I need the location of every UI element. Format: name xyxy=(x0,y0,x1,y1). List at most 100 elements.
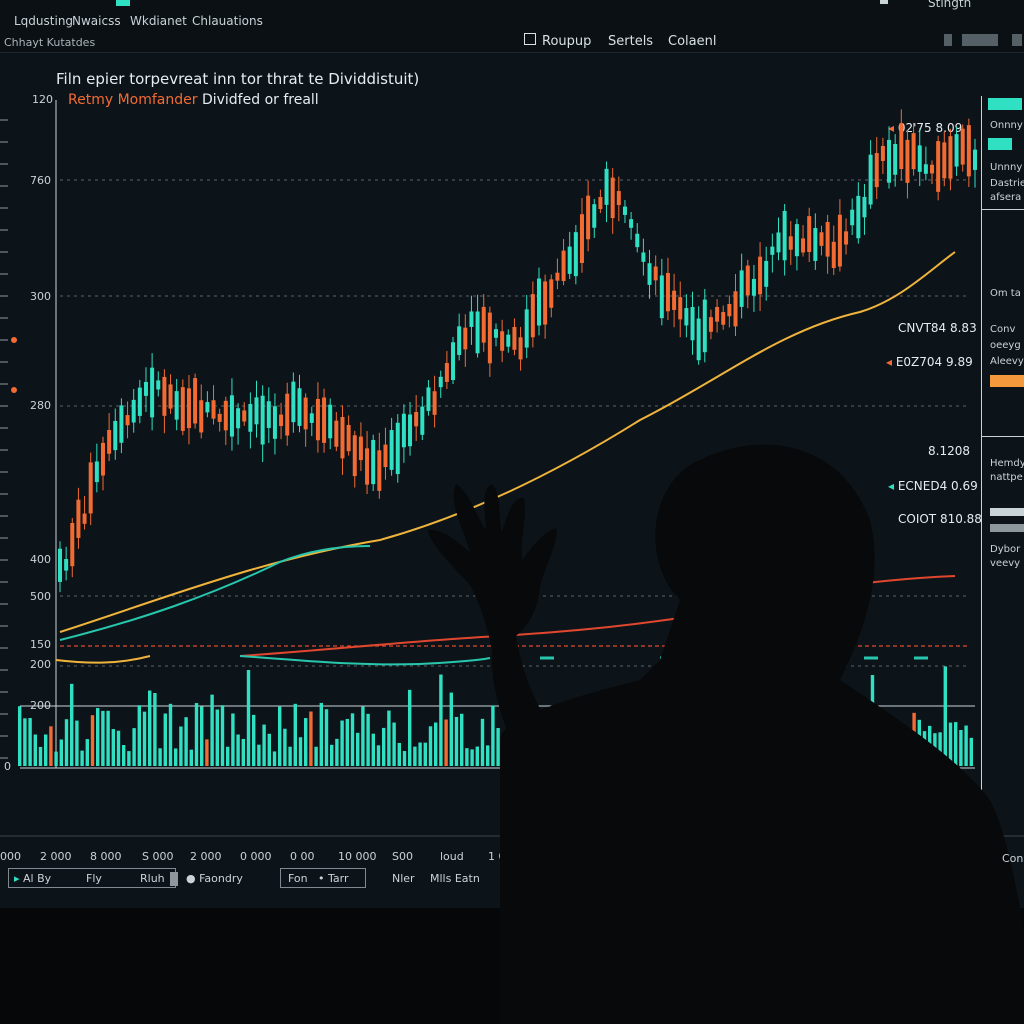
volume-bar xyxy=(423,742,427,766)
volume-bar xyxy=(345,718,349,766)
candle-body xyxy=(708,317,713,332)
volume-bar xyxy=(486,745,490,766)
volume-bar xyxy=(54,751,58,766)
volume-bar xyxy=(226,746,230,766)
candle-body xyxy=(500,331,505,351)
candle-body xyxy=(254,397,259,425)
candle-body xyxy=(868,154,873,205)
candle-body xyxy=(641,252,646,262)
volume-bar xyxy=(480,718,485,766)
volume-bar xyxy=(449,692,453,766)
candle-body xyxy=(702,299,707,353)
volume-bar xyxy=(215,709,219,766)
candle-body xyxy=(776,232,781,253)
volume-bar xyxy=(454,716,459,766)
volume-bar xyxy=(382,727,386,766)
candle-body xyxy=(733,291,738,327)
candle-body xyxy=(340,417,345,459)
volume-bar xyxy=(28,718,32,766)
candle-body xyxy=(174,391,179,420)
candle-body xyxy=(745,265,750,296)
candle-body xyxy=(328,404,333,439)
candle-body xyxy=(297,388,302,426)
candle-body xyxy=(242,410,247,422)
volume-bar xyxy=(220,705,225,766)
candle-body xyxy=(494,329,499,338)
candle-body xyxy=(266,401,271,428)
candle-body xyxy=(543,281,548,325)
volume-bar xyxy=(350,713,355,766)
volume-bar xyxy=(402,751,407,766)
candle-body xyxy=(672,290,677,310)
volume-bar xyxy=(330,744,334,766)
candle-body xyxy=(801,238,806,253)
volume-bar xyxy=(116,730,121,766)
candle-body xyxy=(199,400,204,433)
candle-body xyxy=(610,177,615,219)
candle-body xyxy=(592,204,597,228)
volume-bar xyxy=(262,724,266,766)
volume-bar xyxy=(413,746,417,766)
volume-bar xyxy=(304,718,308,766)
candle-body xyxy=(432,391,437,415)
volume-bar xyxy=(168,703,173,766)
volume-bar xyxy=(200,706,204,766)
volume-bar xyxy=(70,683,74,766)
candle-body xyxy=(426,387,431,411)
volume-bar xyxy=(356,732,360,766)
volume-bar xyxy=(324,709,329,766)
candle-body xyxy=(739,270,744,307)
candle-body xyxy=(573,232,578,277)
candle-body xyxy=(365,448,370,485)
candle-body xyxy=(948,136,953,179)
candle-body xyxy=(647,263,652,285)
volume-bar xyxy=(428,726,433,766)
volume-bar xyxy=(231,713,235,766)
candle-body xyxy=(506,334,511,347)
candle-body xyxy=(917,145,922,172)
volume-bar xyxy=(964,725,968,766)
candle-body xyxy=(438,376,443,388)
candle-body xyxy=(518,337,523,360)
candle-body xyxy=(168,384,173,409)
candle-body xyxy=(88,462,93,514)
candle-body xyxy=(408,414,413,447)
volume-bar xyxy=(148,690,152,766)
volume-bar xyxy=(460,713,464,766)
volume-bar xyxy=(80,750,84,766)
volume-bar xyxy=(496,728,500,766)
candle-body xyxy=(831,241,836,268)
volume-bar xyxy=(246,670,251,766)
volume-bar xyxy=(189,749,193,766)
candle-body xyxy=(248,403,253,432)
volume-bar xyxy=(361,706,365,766)
candle-body xyxy=(346,424,351,452)
candle-body xyxy=(942,142,947,179)
volume-bar xyxy=(954,722,958,766)
candle-body xyxy=(727,304,732,317)
candle-body xyxy=(715,306,720,322)
candle-body xyxy=(457,326,462,355)
volume-bar xyxy=(96,708,100,766)
candle-body xyxy=(444,363,449,382)
candle-body xyxy=(334,420,339,447)
candle-body xyxy=(272,406,277,439)
volume-bar xyxy=(465,748,469,766)
volume-bar xyxy=(366,713,370,766)
candle-body xyxy=(156,380,161,390)
candle-body xyxy=(401,413,406,448)
candle-body xyxy=(389,430,394,470)
volume-bar xyxy=(236,734,240,766)
volume-bar xyxy=(210,694,214,766)
volume-bar xyxy=(408,689,412,766)
candle-body xyxy=(874,153,879,188)
candle-body xyxy=(205,402,210,413)
volume-bar xyxy=(18,706,22,766)
volume-bar xyxy=(49,726,53,766)
volume-bar xyxy=(309,711,313,766)
volume-bar xyxy=(158,748,162,766)
volume-bar xyxy=(283,728,287,766)
candle-body xyxy=(893,144,898,175)
volume-bar xyxy=(252,714,256,766)
candle-body xyxy=(82,513,87,524)
